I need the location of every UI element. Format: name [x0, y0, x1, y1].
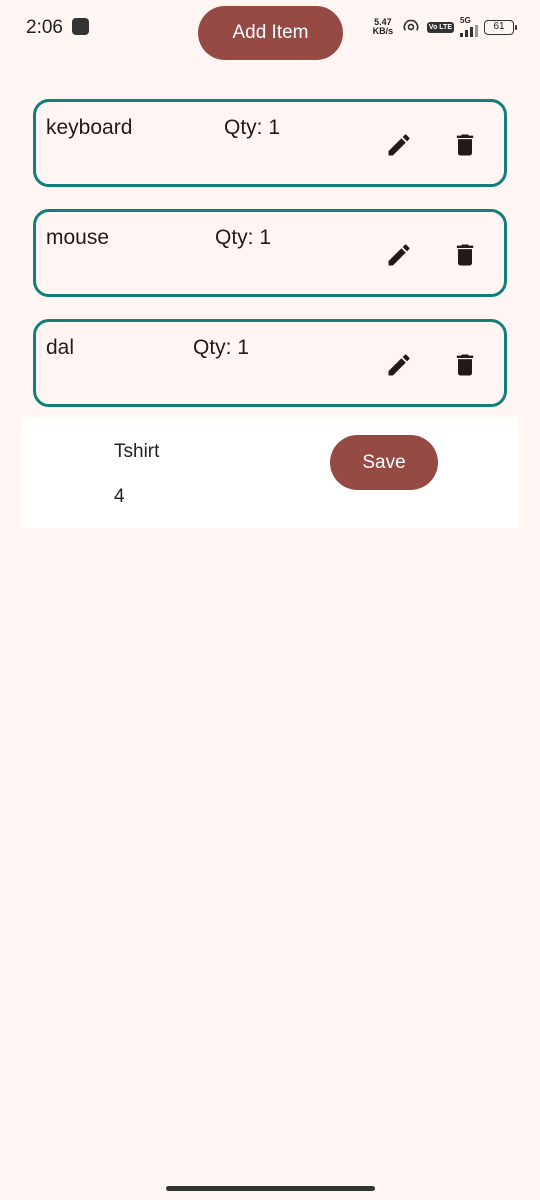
- signal-bars: [460, 25, 478, 37]
- item-qty: Qty: 1: [215, 226, 272, 249]
- edit-button[interactable]: [381, 347, 417, 383]
- signal-icon: 5G: [460, 17, 478, 37]
- item-qty: Qty: 1: [224, 116, 281, 139]
- net-speed: 5.47 KB/s: [371, 18, 395, 36]
- item-name: mouse: [46, 226, 110, 249]
- delete-icon: [456, 354, 474, 376]
- item-qty-field[interactable]: 4: [114, 486, 125, 508]
- edit-button[interactable]: [381, 127, 417, 163]
- network-type: 5G: [460, 16, 471, 25]
- home-indicator[interactable]: [166, 1186, 375, 1191]
- item-name-field[interactable]: Tshirt: [114, 441, 159, 463]
- item-name: keyboard: [46, 116, 133, 139]
- volte-icon: Vo LTE: [426, 21, 454, 33]
- item-card: dal Qty: 1: [33, 319, 507, 407]
- delete-button[interactable]: [447, 127, 483, 163]
- status-icons: 5.47 KB/s Vo LTE 5G 61: [371, 16, 517, 38]
- delete-button[interactable]: [447, 237, 483, 273]
- item-qty: Qty: 1: [193, 336, 250, 359]
- add-item-button[interactable]: Add Item: [198, 6, 343, 60]
- item-card: mouse Qty: 1: [33, 209, 507, 297]
- edit-icon: [388, 134, 410, 156]
- status-time: 2:06: [26, 17, 63, 38]
- delete-icon: [456, 244, 474, 266]
- battery-icon: 61: [484, 19, 517, 35]
- app-notification-icon: [72, 18, 89, 35]
- edit-button[interactable]: [381, 237, 417, 273]
- net-speed-unit: KB/s: [372, 26, 394, 36]
- item-name: dal: [46, 336, 75, 359]
- hotspot-icon: [403, 19, 419, 31]
- save-button[interactable]: Save: [330, 435, 438, 490]
- edit-icon: [388, 354, 410, 376]
- item-list: keyboard Qty: 1 mouse Qty: 1 dal Qty: 1: [33, 99, 507, 429]
- item-card: keyboard Qty: 1: [33, 99, 507, 187]
- item-editor-panel: Tshirt 4 Save: [21, 417, 518, 528]
- edit-icon: [388, 244, 410, 266]
- delete-button[interactable]: [447, 347, 483, 383]
- delete-icon: [456, 134, 474, 156]
